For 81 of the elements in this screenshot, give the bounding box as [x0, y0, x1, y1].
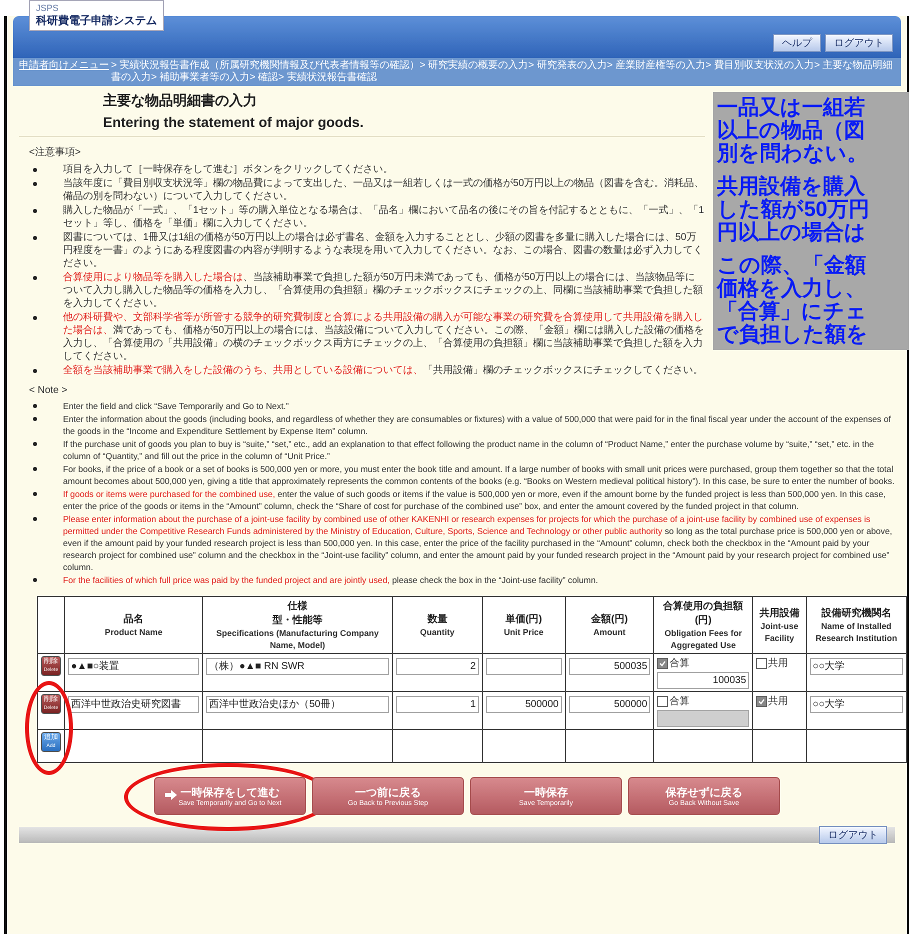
page-title: 主要な物品明細書の入力	[103, 92, 258, 110]
callout-text: 共用設備を購入 した額が50万円 円以上の場合は	[717, 175, 870, 244]
checkbox[interactable]: 合算	[657, 656, 750, 670]
notes-heading: <注意事項>	[29, 146, 81, 159]
note-text: If goods or items were purchased for the combined use, enter the value of such goods or items if the value is 500,000 yen or more, even if the amount borne by the funded project is less than 500,000 yen. In this case, enter the price of the goods or items in the “Amount” column, check the “Share of cost for purchase of the combined use” box, and enter the amount covered by the funded project in that column.	[63, 488, 887, 512]
combined-amount-field[interactable]: 100035	[657, 672, 750, 689]
note-text: 全額を当該補助事業で購入をした設備のうち、共用としている設備については、「共用設備」欄のチェックボックスにチェックしてください。	[63, 364, 703, 377]
amount-field[interactable]: 500035	[568, 658, 650, 675]
column-subheading: Unit Price	[502, 626, 545, 638]
note-text: For the facilities of which full price was paid by the funded project and are jointly used, please check the box in the “Joint-use facility” column.	[63, 574, 598, 586]
column-heading: 設備研究機関名	[820, 606, 892, 620]
column-heading: 単価(円)	[504, 612, 544, 626]
amount-field[interactable]: 500000	[568, 696, 650, 713]
header-button[interactable]: ログアウト	[825, 34, 893, 52]
note-text: 当該年度に「費目別収支状況等」欄の物品費によって支出した、一品又は一組若しくは一式の価格が50万円以上の物品（図書を含む。消耗品、備品の別を問わない）について入力してください。	[63, 177, 705, 203]
header-button[interactable]: ヘルプ	[773, 34, 821, 52]
note-text: 他の科研費や、文部科学省等が所管する競争的研究費制度と合算による共用設備の購入が可能な事業の研究費を合算使用して共用設備を購入した場合は、満であっても、価格が50万円以上の場合には、当該設備について入力してください。この際、「金額」欄には購入した設備の価格を入力し、「合算使用の「共用設備」の横のチェックボックス両方にチェックの上、「合算使用の負担額」欄に当該補助事業で負担した額を入力してください。	[63, 311, 705, 363]
bullet-icon	[33, 236, 37, 240]
product-field[interactable]: 西洋中世政治史研究図書	[68, 696, 200, 712]
column-subheading: Name of Installed Research Institution	[814, 620, 898, 644]
note-text: If the purchase unit of goods you plan to buy is “suite,” “set,” etc., add an explanation to that effect following the product name in the column of “Product Name,” enter the purchase volume by “suite,” “set,” etc. in the column of “Quantity,” and fill out the price in the column of “Unit Price.”	[63, 438, 875, 462]
bullet-icon	[33, 517, 37, 521]
checkbox-label: 共用	[768, 656, 788, 670]
bullet-icon	[33, 578, 37, 582]
checkbox-box[interactable]	[756, 658, 768, 668]
callout-text: この際、「金額 価格を入力し、 「合算」にチェ で負担した額を	[717, 254, 869, 346]
bullet-icon	[33, 316, 37, 320]
bullet-icon	[33, 209, 37, 213]
bullet-icon	[33, 182, 37, 186]
check-icon	[758, 698, 766, 704]
bullet-icon	[33, 442, 37, 446]
note-text: Enter the information about the goods (including books, and regardless of whether they are consumables or fixtures) with a value of 500,000 that were paid for in the final fiscal year under the account of the expenses of the goods in the “Income and Expenditure Settlement by Expense Item” column.	[63, 413, 892, 437]
note-text: 項目を入力して［一時保存をして進む］ボタンをクリックしてください。	[63, 163, 393, 176]
notes-heading: < Note >	[29, 385, 68, 396]
note-text: Please enter information about the purchase of a joint-use facility by combined use of other KAKENHI or research expenses for projects for which the purchase of a joint-use facility by combined use of expenses is permitted under the Competitive Research Funds administered by the Ministry of Education, Culture, Sports, Science and Technology or other public authority so long as the total purchase price is 500,000 yen or above, even if the amount paid by your funded research project is less than 500,000 yen. In this case, enter the price of the facility purchased in the “Amount” column, check both the checkbox in the “Amount paid by your research project for combined use” column and the checkbox in the “Joint-use facility” column, and enter the amount paid by your funded research project in the “Amount paid by your research project for combined use” column.	[63, 513, 894, 573]
quantity-field[interactable]: 2	[396, 658, 479, 675]
column-subheading: Product Name	[104, 626, 164, 638]
page-subtitle: Entering the statement of major goods.	[103, 114, 365, 130]
logout-button[interactable]: ログアウト	[819, 826, 887, 844]
bullet-icon	[33, 369, 37, 373]
note-text: 購入した物品が「一式」、「1セット」等の購入単位となる場合は、「品名」欄において品名の後にその旨を付記するとともに、「一式」、「1セット」等し、価格を「単価」欄に入力してください。	[63, 204, 705, 230]
note-text: Enter the field and click “Save Temporarily and Go to Next.”	[63, 400, 289, 412]
column-subheading: Amount	[592, 626, 626, 638]
column-subheading: Obligation Fees for Aggregated Use	[664, 627, 743, 651]
checkbox-box[interactable]	[756, 696, 768, 706]
bullet-icon	[33, 492, 37, 496]
product-field[interactable]: ●▲■○装置	[68, 658, 200, 674]
note-text: For books, if the price of a book or a set of books is 500,000 yen or more, you must enter the book title and amount. If a large number of books with small unit prices were purchased, group them together so that the total amount becomes about 500,000 yen, giving a title that approximately represents the common contents of the books (e.g. “Books on Western medieval political history”). In this case, be sure to enter the number of books.	[63, 463, 895, 487]
column-heading: 金額(円)	[590, 612, 629, 626]
column-subheading: Quantity	[419, 626, 456, 638]
arrow-icon	[165, 790, 177, 800]
column-heading: 数量	[426, 612, 448, 626]
checkbox-label: 合算	[669, 695, 690, 708]
unit-price-field[interactable]	[486, 658, 562, 675]
callout-text: 一品又は一組若 以上の物品（図 別を問わない。	[717, 96, 869, 165]
bullet-icon	[33, 168, 37, 172]
note-text: 図書については、1冊又は1組の価格が50万円以上の場合は必ず書名、金額を入力することとし、少額の図書を多量に購入した場合には、50万円程度を一書」のようにある程度図書の内容が判明するような表現を用いて入力してください。なお、この場合、図書の数量は必ず入力してください。	[63, 231, 704, 270]
bullet-icon	[33, 404, 37, 408]
column-heading: 共用設備	[758, 606, 800, 620]
unit-price-field[interactable]: 500000	[486, 696, 562, 713]
column-subheading: Specifications (Manufacturing Company Name, Model)	[215, 627, 380, 651]
checkbox-label: 合算	[669, 657, 690, 670]
app-logo: JSPS 科研費電子申請システム	[29, 0, 164, 31]
institution-field[interactable]: ○○大学	[810, 696, 903, 712]
spec-field[interactable]: （株）●▲■ RN SWR	[206, 658, 389, 674]
bullet-icon	[33, 417, 37, 421]
spec-field[interactable]: 西洋中世政治史ほか（50冊）	[206, 696, 389, 712]
column-subheading: Joint-use Facility	[760, 620, 800, 644]
checkbox-label: 共用	[768, 694, 788, 708]
breadcrumb-text: > 実績状況報告書作成（所属研究機関情報及び代表者情報等の確認）> 研究実績の概要の入力> 研究発表の入力> 産業財産権等の入力> 費目別収支状況の入力> 主要な物品明細書の入力> 補助事業者等の入力> 確認> 実績状況報告書確認	[111, 60, 894, 84]
column-heading: 仕様 型・性能等	[272, 600, 324, 627]
column-heading: 合算使用の負担額(円)	[662, 600, 744, 627]
bullet-icon	[33, 467, 37, 471]
institution-field[interactable]: ○○大学	[810, 658, 903, 674]
column-heading: 品名	[122, 612, 145, 626]
bullet-icon	[33, 276, 37, 280]
check-icon	[659, 660, 666, 666]
quantity-field[interactable]: 1	[396, 696, 479, 713]
note-text: 合算使用により物品等を購入した場合は、当該補助事業で負担した額が50万円未満であっても、価格が50万円以上の場合には、当該物品等について入力し購入した物品等の価格を入力し、「合算使用の負担額」欄のチェックボックスにチェックの上、同欄に当該補助事業で負担した額を入力してください。	[63, 271, 704, 310]
checkbox-box[interactable]	[657, 696, 668, 706]
checkbox-box[interactable]	[657, 658, 668, 668]
